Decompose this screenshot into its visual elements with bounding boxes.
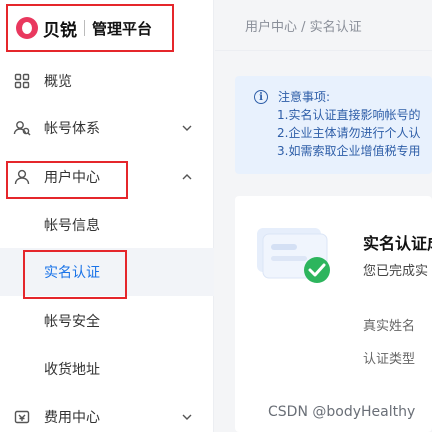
sidebar-subitem-label: 帐号信息 bbox=[44, 218, 100, 234]
verification-description: 您已完成实 bbox=[363, 264, 429, 279]
chevron-down-icon bbox=[180, 121, 194, 135]
sidebar-item-label: 费用中心 bbox=[44, 410, 100, 426]
chevron-up-icon bbox=[180, 170, 194, 184]
brand-logo-icon bbox=[16, 17, 38, 39]
sidebar-subitem-shipping-address[interactable]: 收货地址 bbox=[0, 345, 214, 393]
sidebar-subitem-account-info[interactable]: 帐号信息 bbox=[0, 201, 214, 249]
user-icon bbox=[13, 168, 31, 186]
sidebar-item-billing-center[interactable]: 费用中心 bbox=[0, 393, 214, 432]
sidebar-item-label: 概览 bbox=[44, 74, 72, 90]
main-content: 用户中心 / 实名认证 i 注意事项: 1.实名认证直接影响帐号的 2.企业主体… bbox=[215, 0, 432, 432]
verification-title: 实名认证成 bbox=[363, 234, 432, 253]
notice-line: 3.如需索取企业增值税专用 bbox=[277, 144, 421, 158]
field-label-real-name: 真实姓名 bbox=[363, 319, 416, 334]
brand-name: 贝锐 bbox=[43, 20, 77, 41]
sidebar-subitem-account-security[interactable]: 帐号安全 bbox=[0, 297, 214, 345]
sidebar-item-account-system[interactable]: 帐号体系 bbox=[0, 104, 214, 152]
wallet-icon bbox=[13, 408, 31, 426]
notice-line: 1.实名认证直接影响帐号的 bbox=[277, 108, 421, 122]
brand-subtitle: 管理平台 bbox=[92, 19, 153, 38]
field-label-auth-type: 认证类型 bbox=[363, 352, 416, 367]
notice-panel: i 注意事项: 1.实名认证直接影响帐号的 2.企业主体请勿进行个人认 3.如需… bbox=[235, 76, 432, 174]
watermark: CSDN @bodyHealthy bbox=[268, 404, 416, 420]
brand-separator bbox=[84, 20, 85, 36]
notice-title: 注意事项: bbox=[278, 90, 331, 104]
sidebar-subitem-label: 实名认证 bbox=[44, 265, 100, 281]
brand-logo-area[interactable]: 贝锐 管理平台 bbox=[6, 4, 174, 52]
sidebar-subitem-label: 收货地址 bbox=[44, 362, 100, 378]
sidebar-item-label: 用户中心 bbox=[44, 170, 100, 186]
sidebar-subitem-label: 帐号安全 bbox=[44, 314, 100, 330]
users-icon bbox=[13, 119, 31, 137]
sidebar-item-user-center[interactable]: 用户中心 bbox=[0, 153, 214, 201]
info-icon: i bbox=[254, 90, 268, 104]
sidebar-item-label: 帐号体系 bbox=[44, 121, 100, 137]
header-divider bbox=[215, 50, 432, 51]
sidebar-subitem-real-name-auth[interactable]: 实名认证 bbox=[0, 248, 214, 296]
verified-card-illustration bbox=[255, 218, 333, 290]
chevron-down-icon bbox=[180, 410, 194, 424]
sidebar: 贝锐 管理平台 概览 帐号体系 用户中心 帐号信息 实名认证 帐号安全 收货地址… bbox=[0, 0, 214, 432]
breadcrumb: 用户中心 / 实名认证 bbox=[245, 20, 362, 35]
grid-icon bbox=[13, 72, 31, 90]
sidebar-item-overview[interactable]: 概览 bbox=[0, 57, 214, 105]
notice-line: 2.企业主体请勿进行个人认 bbox=[277, 126, 421, 140]
verification-card: 实名认证成 您已完成实 真实姓名 认证类型 bbox=[235, 196, 432, 432]
